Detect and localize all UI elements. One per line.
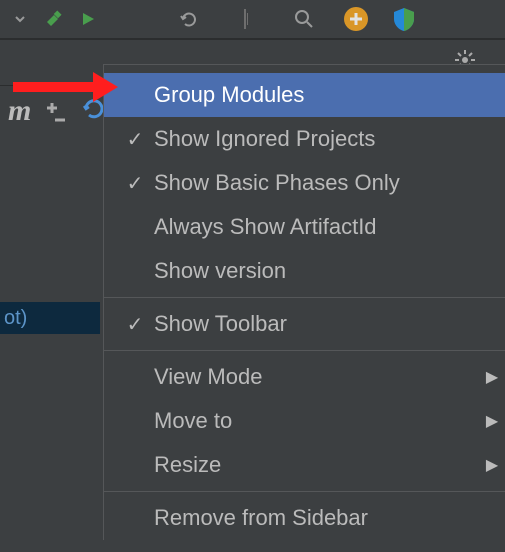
context-menu: Group Modules ✓ Show Ignored Projects ✓ …	[103, 64, 505, 540]
tree-item-label: ot)	[4, 307, 27, 330]
menu-item-label: Always Show ArtifactId	[154, 214, 505, 240]
check-icon: ✓	[116, 171, 154, 196]
submenu-arrow-icon: ▶	[477, 367, 505, 387]
menu-move-to[interactable]: Move to ▶	[104, 399, 505, 443]
menu-item-label: Show Toolbar	[154, 311, 505, 337]
expand-collapse-icon[interactable]	[43, 100, 65, 122]
maven-m-icon: m	[8, 94, 31, 128]
menu-remove-from-sidebar[interactable]: Remove from Sidebar	[104, 496, 505, 540]
menu-always-show-artifactid[interactable]: Always Show ArtifactId	[104, 205, 505, 249]
menu-view-mode[interactable]: View Mode ▶	[104, 355, 505, 399]
check-icon: ✓	[116, 312, 154, 337]
submenu-arrow-icon: ▶	[477, 455, 505, 475]
menu-show-version[interactable]: Show version	[104, 249, 505, 293]
hammer-icon[interactable]	[40, 5, 68, 33]
menu-item-label: Move to	[154, 408, 477, 434]
menu-item-label: Show Ignored Projects	[154, 126, 505, 152]
check-icon: ✓	[116, 127, 154, 152]
menu-separator	[104, 491, 505, 492]
menu-item-label: Show Basic Phases Only	[154, 170, 505, 196]
undo-icon[interactable]	[174, 5, 202, 33]
shield-icon[interactable]	[390, 5, 418, 33]
menu-item-label: Resize	[154, 452, 477, 478]
menu-item-label: View Mode	[154, 364, 477, 390]
main-toolbar	[0, 0, 505, 38]
menu-item-label: Remove from Sidebar	[154, 505, 505, 531]
run-icon[interactable]	[74, 5, 102, 33]
divider-icon	[232, 5, 260, 33]
menu-separator	[104, 350, 505, 351]
menu-resize[interactable]: Resize ▶	[104, 443, 505, 487]
menu-show-toolbar[interactable]: ✓ Show Toolbar	[104, 302, 505, 346]
menu-show-ignored-projects[interactable]: ✓ Show Ignored Projects	[104, 117, 505, 161]
dropdown-icon[interactable]	[6, 5, 34, 33]
menu-group-modules[interactable]: Group Modules	[104, 73, 505, 117]
menu-separator	[104, 297, 505, 298]
tree-selected-item[interactable]: ot)	[0, 302, 100, 334]
menu-show-basic-phases[interactable]: ✓ Show Basic Phases Only	[104, 161, 505, 205]
menu-item-label: Show version	[154, 258, 505, 284]
search-icon[interactable]	[290, 5, 318, 33]
menu-item-label: Group Modules	[154, 82, 505, 108]
add-icon[interactable]	[342, 5, 370, 33]
submenu-arrow-icon: ▶	[477, 411, 505, 431]
